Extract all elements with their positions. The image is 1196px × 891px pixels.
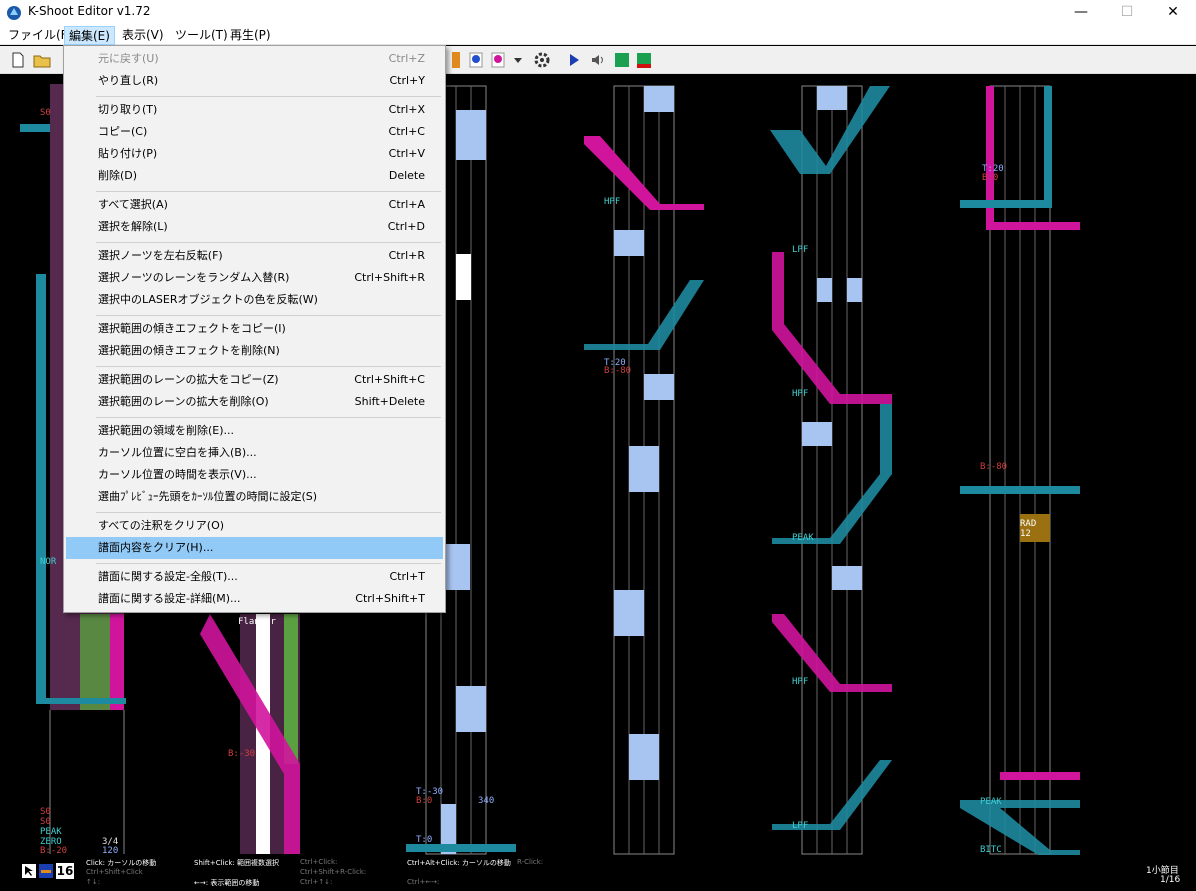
play-icon[interactable] [564,50,584,70]
hint-shift-click: Shift+Click: 範囲複数選択 [194,859,280,867]
hint-ctrl-lr: Ctrl+←→: [407,878,440,886]
laser-blue-icon[interactable] [466,50,486,70]
chart-column-5: LPF HPF PEAK HPF LPF [770,85,892,855]
window-title: K-Shoot Editor v1.72 [28,4,151,18]
hint-ctrl-alt-click: Ctrl+Alt+Click: カーソルの移動 [407,859,511,867]
svg-text:S0: S0 [40,108,51,118]
label-s0: S0 [40,807,51,817]
autoplay-walk-icon[interactable] [612,50,632,70]
label-nor: NOR [40,557,57,567]
label-hpf-3: HPF [792,677,808,687]
label-t-0: T:0 [416,835,432,845]
label-b-80: B:-80 [604,366,631,376]
label-340: 340 [478,796,494,806]
menu-clear-annotations[interactable]: すべての注釈をクリア(O) [66,515,443,537]
label-hpf-1: HPF [604,197,620,207]
label-rad: RAD [1020,519,1036,529]
grid-value[interactable]: 16 [56,863,74,879]
menu-set-preview-start[interactable]: 選曲ﾌﾟﾚﾋﾞｭｰ先頭をｶｰｿﾙ位置の時間に設定(S) [66,486,443,508]
new-file-icon[interactable] [8,50,28,70]
open-folder-icon[interactable] [32,50,52,70]
hint-arrows-lr: ←→: 表示範囲の移動 [194,879,260,887]
menu-play[interactable]: 再生(P) [226,26,275,45]
menu-chart-settings-general[interactable]: 譜面に関する設定-全般(T)... Ctrl+T [66,566,443,588]
menu-redo[interactable]: やり直し(R) Ctrl+Y [66,70,443,92]
hint-arrows-ud: ↑↓: [86,878,101,886]
pointer-tool-icon[interactable] [22,864,36,878]
menu-flip-notes[interactable]: 選択ノーツを左右反転(F) Ctrl+R [66,245,443,267]
edit-menu-dropdown: 元に戻す(U) Ctrl+Z やり直し(R) Ctrl+Y 切り取り(T) Ctrl+… [63,45,446,613]
chart-column-6: T:20 B:0 B:-80 RAD 12 PEAK BITC [960,85,1080,856]
sound-icon[interactable] [588,50,608,70]
label-peak-3: PEAK [980,797,1002,807]
menu-delete[interactable]: 削除(D) Delete [66,165,443,187]
label-b-30: B:-30 [228,749,255,759]
svg-text:S0: S0 [40,817,51,827]
label-b-0: B:0 [416,796,432,806]
laser-pink-icon[interactable] [488,50,508,70]
label-b-80-b: B:-80 [980,462,1007,472]
menu-clear-chart[interactable]: 譜面内容をクリア(H)... [66,537,443,559]
auto-icon[interactable] [634,50,654,70]
hint-ctrl-shift-click: Ctrl+Shift+Click [86,868,143,876]
status-bar: 16 Click: カーソルの移動 Ctrl+Shift+Click ↑↓: S… [0,855,1196,891]
label-hpf-2: HPF [792,389,808,399]
menu-view[interactable]: 表示(V) [118,26,168,45]
title-bar: K-Shoot Editor v1.72 — ☐ ✕ [0,0,1196,25]
menu-undo[interactable]: 元に戻す(U) Ctrl+Z [66,48,443,70]
dropdown-arrow-icon[interactable] [508,50,528,70]
menu-invert-laser-color[interactable]: 選択中のLASERオブジェクトの色を反転(W) [66,289,443,311]
menu-tools[interactable]: ツール(T) [171,26,232,45]
menu-copy-tilt[interactable]: 選択範囲の傾きエフェクトをコピー(I) [66,318,443,340]
menu-select-all[interactable]: すべて選択(A) Ctrl+A [66,194,443,216]
minimize-button[interactable]: — [1058,0,1104,25]
chart-column-4: HPF T:20 B:-80 [584,85,704,855]
label-rad-value: 12 [1020,529,1031,539]
fx-orange-icon[interactable] [446,50,466,70]
measure-division: 1/16 [1160,875,1181,885]
chart-column-2: Flanger B:-30 [200,614,300,854]
gear-icon[interactable] [532,50,552,70]
chip-tool-icon[interactable] [39,864,53,878]
menu-deselect[interactable]: 選択を解除(L) Ctrl+D [66,216,443,238]
label-b-0-b: B:0 [982,173,998,183]
menu-copy[interactable]: コピー(C) Ctrl+C [66,121,443,143]
menu-show-cursor-time[interactable]: カーソル位置の時間を表示(V)... [66,464,443,486]
hint-click: Click: カーソルの移動 [86,859,157,867]
label-flanger: Flanger [238,617,277,627]
label-lpf-1: LPF [792,245,808,255]
menu-edit[interactable]: 編集(E) [64,26,115,45]
menu-delete-region[interactable]: 選択範囲の領域を削除(E)... [66,420,443,442]
close-button[interactable]: ✕ [1150,0,1196,25]
hint-ctrl-arrows: Ctrl+↑↓: [300,878,333,886]
label-bitc: BITC [980,845,1002,855]
hint-ctrl-click: Ctrl+Click: [300,858,338,866]
menu-chart-settings-detail[interactable]: 譜面に関する設定-詳細(M)... Ctrl+Shift+T [66,588,443,610]
menu-insert-blank[interactable]: カーソル位置に空白を挿入(B)... [66,442,443,464]
menu-delete-zoom[interactable]: 選択範囲のレーンの拡大を削除(O) Shift+Delete [66,391,443,413]
label-lpf-2: LPF [792,821,808,831]
menu-paste[interactable]: 貼り付け(P) Ctrl+V [66,143,443,165]
menu-bar: ファイル(F) 編集(E) 表示(V) ツール(T) 再生(P) [0,25,1196,45]
menu-copy-zoom[interactable]: 選択範囲のレーンの拡大をコピー(Z) Ctrl+Shift+C [66,369,443,391]
menu-random-lanes[interactable]: 選択ノーツのレーンをランダム入替(R) Ctrl+Shift+R [66,267,443,289]
label-peak-2: PEAK [792,533,814,543]
menu-cut[interactable]: 切り取り(T) Ctrl+X [66,99,443,121]
menu-delete-tilt[interactable]: 選択範囲の傾きエフェクトを削除(N) [66,340,443,362]
label-peak-1: PEAK [40,827,62,837]
app-logo-icon [7,6,21,20]
maximize-button[interactable]: ☐ [1104,0,1150,25]
hint-r-click: R-Click: [517,858,544,866]
hint-ctrl-shift-r-click: Ctrl+Shift+R-Click: [300,868,367,876]
